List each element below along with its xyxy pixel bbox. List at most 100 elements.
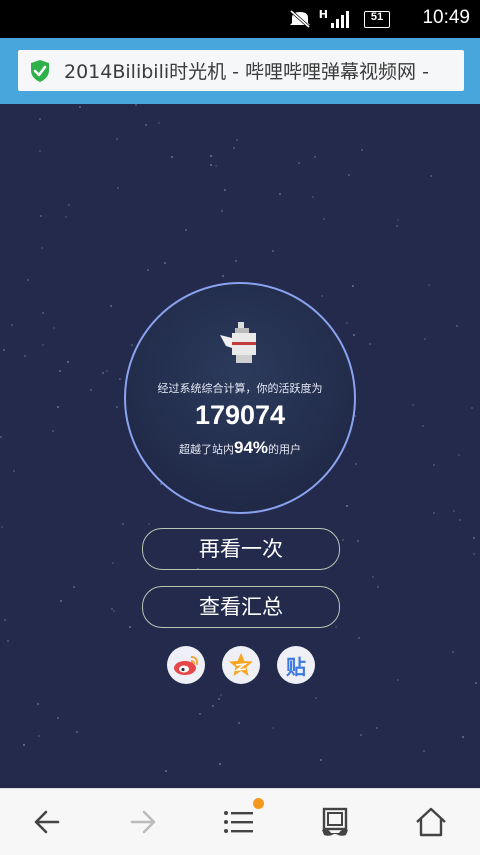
battery-icon: 51 [364, 10, 390, 28]
star [220, 694, 222, 696]
summary-button[interactable]: 查看汇总 [142, 586, 340, 628]
star [397, 219, 399, 221]
star [59, 370, 61, 372]
star [38, 735, 40, 737]
star [272, 727, 274, 729]
star [171, 156, 173, 158]
satellite-icon [220, 322, 256, 363]
star [422, 425, 424, 427]
star [57, 717, 59, 719]
star [218, 698, 220, 700]
star [320, 759, 322, 761]
address-box[interactable]: 2014Bilibili时光机 - 哔哩哔哩弹幕视频网 - [18, 50, 464, 91]
star [456, 325, 458, 327]
signal-icon [331, 11, 349, 28]
star [321, 295, 323, 297]
star [90, 389, 92, 391]
star [238, 722, 240, 724]
star [433, 464, 435, 466]
activity-caption: 经过系统综合计算，你的活跃度为 [157, 382, 323, 395]
star [458, 454, 460, 456]
tabs-button[interactable] [316, 803, 354, 841]
star [221, 210, 223, 212]
star [236, 139, 238, 141]
bottom-nav [0, 788, 480, 855]
share-weibo-button[interactable] [167, 646, 205, 684]
star [3, 349, 5, 351]
star [23, 744, 25, 746]
menu-button[interactable] [220, 803, 258, 841]
star [298, 162, 300, 164]
clock: 10:49 [422, 7, 470, 28]
star [52, 430, 54, 432]
star [111, 608, 113, 610]
star [0, 436, 2, 438]
star [315, 697, 317, 699]
star [369, 343, 371, 345]
star [314, 156, 316, 158]
star [428, 284, 430, 286]
star [376, 727, 378, 729]
star [346, 322, 348, 324]
page-title: 2014Bilibili时光机 - 哔哩哔哩弹幕视频网 - [64, 61, 429, 83]
star [453, 510, 455, 512]
star [122, 523, 124, 525]
star [219, 763, 221, 765]
star [215, 165, 217, 167]
star [113, 610, 115, 612]
star [459, 519, 461, 521]
back-icon [34, 810, 60, 834]
star [235, 260, 237, 262]
star [360, 734, 362, 736]
star [27, 279, 29, 281]
star [117, 187, 119, 189]
star [112, 562, 114, 564]
star [65, 216, 67, 218]
star [53, 327, 55, 329]
home-icon [416, 807, 446, 837]
forward-button[interactable] [124, 803, 162, 841]
rank-caption: 超越了站内94%的用户 [126, 438, 354, 458]
star [119, 378, 121, 380]
star [355, 463, 357, 465]
back-button[interactable] [28, 803, 66, 841]
star [7, 640, 9, 642]
star [272, 250, 274, 252]
star [129, 626, 131, 628]
star [473, 537, 475, 539]
tabs-icon [322, 807, 348, 836]
star [116, 138, 118, 140]
star [199, 713, 201, 715]
star [135, 104, 137, 106]
star [145, 124, 147, 126]
content-area: 经过系统综合计算，你的活跃度为 179074 超越了站内94%的用户 再看一次 … [0, 104, 480, 788]
star [424, 338, 426, 340]
home-button[interactable] [412, 803, 450, 841]
star [233, 147, 235, 149]
menu-icon [224, 811, 253, 833]
star [397, 679, 399, 681]
star [210, 164, 212, 166]
rank-prefix: 超越了站内 [178, 443, 234, 456]
star [279, 193, 281, 195]
star [357, 540, 359, 542]
share-tieba-button[interactable]: 贴 [277, 646, 315, 684]
star [185, 229, 187, 231]
star [372, 576, 374, 578]
star [222, 275, 224, 277]
star [67, 361, 69, 363]
star [4, 619, 6, 621]
star [42, 312, 44, 314]
star [475, 682, 477, 684]
star [102, 372, 104, 374]
star [396, 225, 398, 227]
share-qzone-button[interactable] [222, 646, 260, 684]
star [110, 305, 112, 307]
star [158, 122, 160, 124]
star [1, 526, 3, 528]
battery-level: 51 [370, 10, 384, 23]
replay-button[interactable]: 再看一次 [142, 528, 340, 570]
star [471, 407, 473, 409]
star [13, 470, 15, 472]
network-type: H [318, 7, 328, 21]
